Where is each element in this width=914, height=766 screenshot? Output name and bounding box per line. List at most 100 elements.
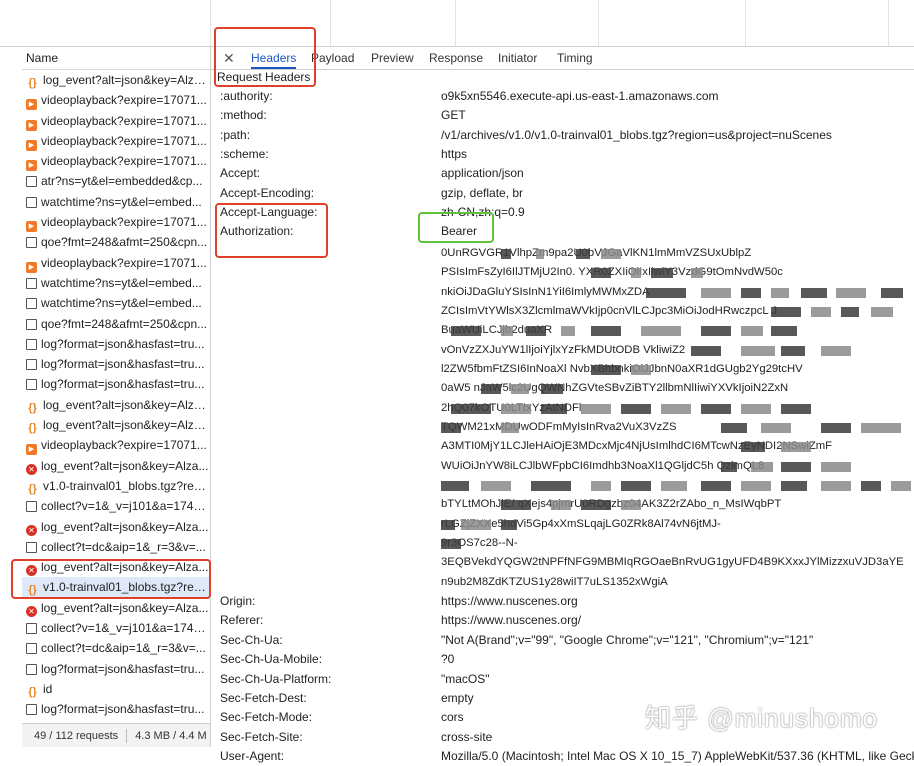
request-row[interactable]: collect?v=1&_v=j101&a=1741... <box>22 496 210 516</box>
redaction-block <box>701 326 731 337</box>
redaction-block <box>771 326 797 337</box>
request-name: log_event?alt=json&key=Alza... <box>43 73 210 87</box>
request-row[interactable]: collect?t=dc&aip=1&_r=3&v=... <box>22 537 210 557</box>
request-row[interactable]: {} log_event?alt=json&key=Alza... <box>22 70 210 90</box>
timeline-gridline <box>330 0 331 46</box>
header-row[interactable]: Origin: https://www.nuscenes.org <box>211 592 914 611</box>
header-key: Sec-Fetch-Dest: <box>220 690 307 705</box>
document-icon <box>26 196 37 208</box>
header-row[interactable]: User-Agent: Mozilla/5.0 (Macintosh; Intel… <box>211 747 914 766</box>
request-row[interactable]: atr?ns=yt&el=embedded&cp... <box>22 171 210 191</box>
document-icon <box>26 318 37 330</box>
authorization-token-line: 9r3OS7c28--N- <box>441 537 518 550</box>
request-row[interactable]: ▶ videoplayback?expire=17071... <box>22 131 210 151</box>
request-row[interactable]: ▶ videoplayback?expire=17071... <box>22 212 210 233</box>
request-row[interactable]: collect?v=1&_v=j101&a=1741... <box>22 618 210 638</box>
header-row[interactable]: :path: /v1/archives/v1.0/v1.0-trainval01_… <box>211 126 914 145</box>
request-row[interactable]: ✕ log_event?alt=json&key=Alza... <box>22 456 210 476</box>
redaction-block <box>761 422 791 433</box>
header-row[interactable]: :method: GET <box>211 106 914 125</box>
request-name: videoplayback?expire=17071... <box>41 255 207 270</box>
request-row[interactable]: qoe?fmt=248&afmt=250&cpn... <box>22 314 210 334</box>
header-row[interactable]: Sec-Ch-Ua-Platform: "macOS" <box>211 670 914 689</box>
request-row[interactable]: log?format=json&hasfast=tru... <box>22 374 210 394</box>
header-row[interactable]: Sec-Ch-Ua: "Not A(Brand";v="99", "Google … <box>211 631 914 650</box>
header-row[interactable]: Accept-Encoding: gzip, deflate, br <box>211 184 914 203</box>
header-value: "Not A(Brand";v="99", "Google Chrome";v=… <box>441 632 814 647</box>
request-row[interactable]: log?format=json&hasfast=tru... <box>22 334 210 354</box>
redaction-block <box>576 248 590 259</box>
request-row[interactable]: {} log_event?alt=json&key=Alza... <box>22 415 210 435</box>
redaction-block <box>481 481 511 491</box>
redaction-block <box>781 345 805 356</box>
redaction-block <box>631 268 641 279</box>
request-row[interactable]: qoe?fmt=248&afmt=250&cpn... <box>22 232 210 252</box>
request-row[interactable]: {} log_event?alt=json&key=Alza... <box>22 395 210 415</box>
redaction-block <box>536 248 544 259</box>
request-row[interactable]: ▶ videoplayback?expire=17071... <box>22 435 210 456</box>
header-key: Sec-Ch-Ua-Mobile: <box>220 652 323 667</box>
authorization-token-line: A3MTI0MjY1LCJleHAiOjE3MDcxMjc4NjUsImlhdC… <box>441 440 833 453</box>
tab-preview[interactable]: Preview <box>371 47 414 69</box>
authorization-token-line: PSIsImFsZyI6IlJTMjU2In0. YXR0ZXIiOiIxIiw… <box>441 266 783 279</box>
request-list-panel: Name {} log_event?alt=json&key=Alza... ▶ vi… <box>22 47 211 747</box>
tab-response[interactable]: Response <box>429 47 483 69</box>
status-bar: 49 / 112 requests 4.3 MB / 4.4 M <box>22 723 210 747</box>
request-row[interactable]: log?format=json&hasfast=tru... <box>22 354 210 374</box>
name-column-header[interactable]: Name <box>22 47 210 70</box>
header-key: :authority: <box>220 89 273 103</box>
header-key: Sec-Ch-Ua-Platform: <box>220 671 332 686</box>
request-name: videoplayback?expire=17071... <box>41 93 207 108</box>
header-value: ?0 <box>441 652 455 667</box>
redaction-block <box>531 481 571 491</box>
document-icon <box>26 643 37 655</box>
request-row[interactable]: log?format=json&hasfast=tru... <box>22 699 210 719</box>
redaction-block <box>891 481 911 491</box>
redaction-block <box>481 384 501 395</box>
tab-initiator[interactable]: Initiator <box>498 47 537 69</box>
tab-timing[interactable]: Timing <box>557 47 593 69</box>
request-row[interactable]: ▶ videoplayback?expire=17071... <box>22 90 210 111</box>
request-row[interactable]: {} id <box>22 679 210 699</box>
redaction-block <box>871 306 893 317</box>
request-row[interactable]: ✕ log_event?alt=json&key=Alza... <box>22 598 210 618</box>
request-row[interactable]: {} v1.0-trainval01_blobs.tgz?reg... <box>22 476 210 496</box>
redaction-block <box>621 500 641 511</box>
request-row[interactable]: watchtime?ns=yt&el=embed... <box>22 273 210 293</box>
request-row[interactable]: watchtime?ns=yt&el=embed... <box>22 293 210 313</box>
redaction-block <box>501 403 531 414</box>
fetch-icon: {} <box>28 482 37 495</box>
header-row[interactable]: Sec-Ch-Ua-Mobile: ?0 <box>211 650 914 669</box>
request-row[interactable]: ▶ videoplayback?expire=17071... <box>22 151 210 172</box>
tab-payload[interactable]: Payload <box>311 47 354 69</box>
header-row[interactable]: :scheme: https <box>211 145 914 164</box>
redaction-block <box>661 481 687 491</box>
redaction-block <box>771 287 789 298</box>
fetch-icon: {} <box>28 401 37 414</box>
redaction-block <box>561 326 575 337</box>
request-name: watchtime?ns=yt&el=embed... <box>41 296 202 311</box>
redaction-block <box>881 287 903 298</box>
request-name: log_event?alt=json&key=Alza... <box>43 418 210 433</box>
header-row[interactable]: Accept: application/json <box>211 164 914 183</box>
timeline-gridline <box>210 0 211 46</box>
media-icon: ▶ <box>26 221 37 233</box>
watermark: 知乎 @minushomo <box>645 703 879 733</box>
redaction-block <box>651 268 673 279</box>
request-row[interactable]: collect?t=dc&aip=1&_r=3&v=... <box>22 638 210 658</box>
request-name: watchtime?ns=yt&el=embed... <box>41 194 202 209</box>
header-row[interactable]: Referer: https://www.nuscenes.org/ <box>211 611 914 630</box>
request-name: log_event?alt=json&key=Alza... <box>43 397 210 412</box>
request-row[interactable]: ▶ videoplayback?expire=17071... <box>22 111 210 131</box>
timeline-gridline <box>455 0 456 46</box>
redaction-block <box>836 287 866 298</box>
request-row[interactable]: ▶ videoplayback?expire=17071... <box>22 253 210 273</box>
request-row[interactable]: watchtime?ns=yt&el=embed... <box>22 192 210 212</box>
network-timeline-overview[interactable] <box>0 0 914 47</box>
request-row[interactable]: log?format=json&hasfast=tru... <box>22 659 210 679</box>
header-row[interactable]: :authority: o9k5xn5546.execute-api.us-eas… <box>211 87 914 106</box>
request-row[interactable]: ✕ log_event?alt=json&key=Alza... <box>22 517 210 537</box>
panel-edge <box>0 47 22 747</box>
header-key: Sec-Fetch-Mode: <box>220 710 313 725</box>
fetch-icon: {} <box>28 77 37 89</box>
